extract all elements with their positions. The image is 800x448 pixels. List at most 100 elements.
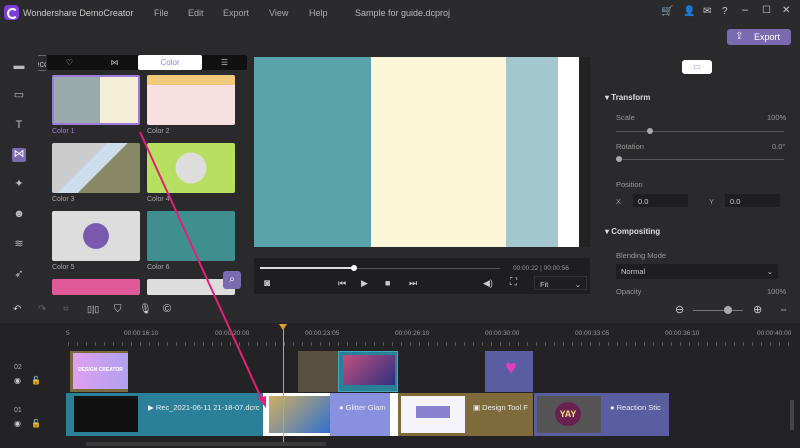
mail-icon[interactable]: ✉ bbox=[703, 6, 711, 17]
clip-design-tool[interactable]: ▣ Design Tool F bbox=[398, 393, 533, 436]
color-5-thumb[interactable] bbox=[52, 211, 140, 261]
color-5-label: Color 5 bbox=[52, 264, 75, 271]
user-icon[interactable]: 👤 bbox=[683, 6, 695, 17]
clip-concert[interactable] bbox=[338, 351, 398, 392]
blend-select[interactable]: Normal ⌄ bbox=[616, 264, 778, 279]
help-icon[interactable]: ? bbox=[722, 6, 728, 17]
copyright-icon[interactable]: © bbox=[163, 303, 171, 315]
ruler-tick bbox=[140, 342, 141, 346]
panel-tabs: ♡ ⋈ Color ☰ bbox=[47, 55, 247, 70]
clip-sticker[interactable] bbox=[298, 351, 338, 392]
glitter-thumb bbox=[269, 396, 330, 433]
transform-heading[interactable]: ▾ Transform bbox=[605, 93, 650, 102]
annotation-icon[interactable]: ▭ bbox=[12, 89, 26, 101]
x-input[interactable]: 0.0 bbox=[633, 194, 688, 207]
close-icon[interactable]: ✕ bbox=[782, 5, 790, 16]
ruler-tick bbox=[104, 342, 105, 346]
timeline-zoom-handle[interactable] bbox=[724, 306, 732, 314]
vertical-scrollbar[interactable] bbox=[790, 400, 794, 430]
track-02-visibility-eye-icon[interactable]: ◉ bbox=[14, 376, 21, 385]
split-icon[interactable]: ▯|▯ bbox=[87, 304, 99, 315]
menu-edit[interactable]: Edit bbox=[188, 8, 204, 18]
cart-icon[interactable]: 🛒 bbox=[661, 6, 673, 17]
timeline-zoom-slider[interactable] bbox=[693, 310, 743, 311]
ruler-tick bbox=[239, 342, 240, 346]
redo-icon[interactable]: ↷ bbox=[38, 304, 46, 315]
ruler-tick bbox=[680, 342, 681, 346]
horizontal-scrollbar[interactable] bbox=[86, 442, 326, 446]
scale-handle[interactable] bbox=[647, 128, 653, 134]
zoom-out-icon[interactable]: ⊖ bbox=[675, 303, 684, 316]
position-label: Position bbox=[616, 180, 643, 189]
preview-edge bbox=[579, 57, 590, 247]
y-input[interactable]: 0.0 bbox=[725, 194, 780, 207]
play-icon[interactable]: ▶ bbox=[361, 278, 368, 289]
tab-favorites-icon[interactable]: ♡ bbox=[47, 55, 92, 70]
seek-handle[interactable] bbox=[350, 265, 357, 271]
next-frame-icon[interactable]: ⏭ bbox=[409, 278, 417, 289]
menu-view[interactable]: View bbox=[269, 8, 288, 18]
track-01-lock-icon[interactable]: 🔓 bbox=[31, 419, 41, 428]
video-props-tab-icon[interactable]: ▭ bbox=[682, 60, 712, 74]
ruler-label: 00:00:20:00 bbox=[215, 330, 250, 337]
clip-design-creator[interactable]: DESIGN CREATOR bbox=[70, 351, 128, 392]
effects-icon[interactable]: ✦ bbox=[12, 178, 26, 190]
color-8-thumb[interactable] bbox=[147, 279, 235, 295]
color-2-thumb[interactable] bbox=[147, 75, 235, 125]
clip-heart[interactable]: ♥ bbox=[485, 351, 533, 392]
clip-rec[interactable]: ▶ Rec_2021-06-11 21-18-07.dcrc bbox=[66, 393, 263, 436]
search-icon[interactable]: ⌕ bbox=[223, 271, 241, 289]
color-1-thumb[interactable] bbox=[52, 75, 140, 125]
tab-color[interactable]: Color bbox=[138, 55, 202, 70]
playhead-handle[interactable] bbox=[279, 324, 287, 330]
zoom-in-icon[interactable]: ⊕ bbox=[753, 303, 762, 316]
ruler-tick bbox=[410, 342, 411, 346]
sticker-icon[interactable]: ☻ bbox=[12, 208, 26, 220]
prev-frame-icon[interactable]: ⏮ bbox=[338, 278, 346, 289]
color-6-thumb[interactable] bbox=[147, 211, 235, 261]
folder-icon[interactable]: ▬ bbox=[12, 60, 26, 72]
maximize-icon[interactable]: ☐ bbox=[762, 5, 771, 16]
undo-icon[interactable]: ↶ bbox=[13, 304, 21, 315]
menu-file[interactable]: File bbox=[154, 8, 169, 18]
chevron-down-icon: ⌄ bbox=[574, 280, 581, 289]
microphone-icon[interactable]: 🎙 bbox=[139, 304, 152, 315]
heart-icon: ♥ bbox=[505, 357, 517, 379]
ruler-tick bbox=[527, 342, 528, 346]
fit-timeline-icon[interactable]: ⇔ bbox=[779, 304, 788, 314]
pattern-frame bbox=[371, 57, 506, 247]
playhead[interactable] bbox=[283, 328, 284, 444]
volume-icon[interactable]: ◀) bbox=[483, 278, 493, 289]
ruler-tick bbox=[158, 342, 159, 346]
color-4-thumb[interactable] bbox=[147, 143, 235, 193]
clip-reaction[interactable]: YAY ● Reaction Stic bbox=[534, 393, 669, 436]
menu-export[interactable]: Export bbox=[223, 8, 249, 18]
ruler-tick bbox=[131, 342, 132, 346]
minimize-icon[interactable]: – bbox=[742, 4, 748, 16]
crop-icon[interactable]: ⌗ bbox=[63, 304, 69, 315]
seek-progress bbox=[260, 267, 354, 269]
audio-icon[interactable]: ≋ bbox=[12, 238, 26, 250]
menu-help[interactable]: Help bbox=[309, 8, 328, 18]
marker-icon[interactable]: ⛉ bbox=[114, 304, 122, 315]
ruler-tick bbox=[95, 342, 96, 346]
zoom-select[interactable]: Fit ⌄ bbox=[534, 276, 587, 290]
fullscreen-icon[interactable]: ⛶ bbox=[510, 277, 517, 288]
ruler-tick bbox=[419, 342, 420, 346]
caption-icon[interactable]: T bbox=[12, 119, 26, 131]
stop-icon[interactable]: ■ bbox=[385, 278, 390, 288]
cursor-icon[interactable]: ➶ bbox=[12, 268, 26, 280]
color-7-thumb[interactable] bbox=[52, 279, 140, 295]
tab-list-icon[interactable]: ☰ bbox=[202, 55, 247, 70]
track-02-lock-icon[interactable]: 🔓 bbox=[31, 376, 41, 385]
export-button[interactable]: ⇪ Export bbox=[727, 29, 791, 45]
rotation-handle[interactable] bbox=[616, 156, 622, 162]
tab-transitions-icon[interactable]: ⋈ bbox=[92, 55, 137, 70]
rotation-slider[interactable] bbox=[616, 159, 784, 160]
track-01-visibility-eye-icon[interactable]: ◉ bbox=[14, 419, 21, 428]
color-3-thumb[interactable] bbox=[52, 143, 140, 193]
scale-slider[interactable] bbox=[616, 131, 784, 132]
snapshot-icon[interactable]: ◙ bbox=[264, 278, 270, 289]
transition-icon[interactable]: ⋈ bbox=[12, 148, 26, 162]
compositing-heading[interactable]: ▾ Compositing bbox=[605, 227, 660, 236]
